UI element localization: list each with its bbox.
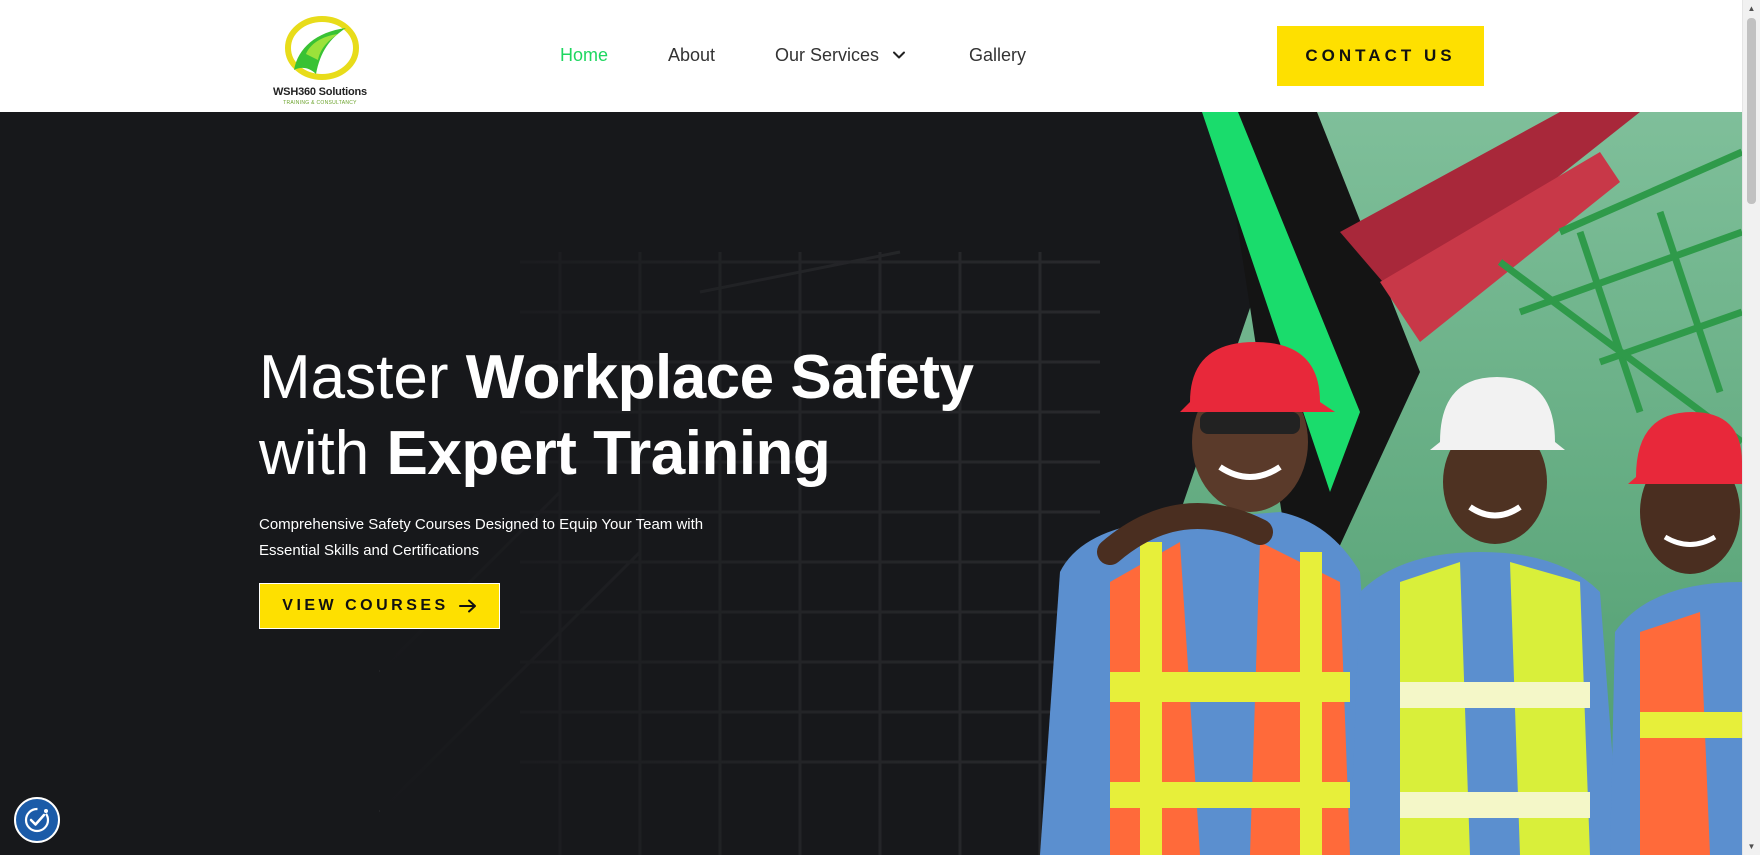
hero-section: Master Workplace Safety with Expert Trai… [0,112,1742,855]
accessibility-button[interactable] [14,797,60,843]
brand-name: WSH360 Solutions [273,86,367,98]
accessibility-icon [24,807,50,833]
scrollbar-thumb[interactable] [1747,18,1756,204]
scroll-down-arrow-icon[interactable]: ▼ [1743,838,1760,855]
brand-logo[interactable]: WSH360 Solutions TRAINING & CONSULTANCY [268,8,378,108]
scroll-up-arrow-icon[interactable]: ▲ [1743,0,1760,17]
page-scrollbar[interactable]: ▲ ▼ [1742,0,1760,855]
hero-title-line2-bold: Expert Training [386,419,831,488]
logo-swoosh-icon [285,16,359,80]
chevron-down-icon[interactable] [891,47,907,63]
brand-tagline: TRAINING & CONSULTANCY [283,100,357,106]
view-courses-label: VIEW COURSES [282,597,449,614]
arrow-right-icon [458,599,476,613]
hero-title-line1-bold: Workplace Safety [465,343,974,412]
nav-item-home[interactable]: Home [560,45,608,66]
hero-title: Master Workplace Safety with Expert Trai… [259,340,974,492]
hero-title-line1-light: Master [259,343,466,412]
contact-us-button[interactable]: CONTACT US [1277,26,1484,86]
nav-item-gallery[interactable]: Gallery [969,45,1026,66]
hero-title-line2-light: with [259,419,387,488]
hero-subtitle: Comprehensive Safety Courses Designed to… [259,516,704,559]
site-header: WSH360 Solutions TRAINING & CONSULTANCY … [0,0,1742,112]
view-courses-button[interactable]: VIEW COURSES [259,583,500,629]
nav-item-about[interactable]: About [668,45,715,66]
nav-item-our-services[interactable]: Our Services [775,45,879,66]
